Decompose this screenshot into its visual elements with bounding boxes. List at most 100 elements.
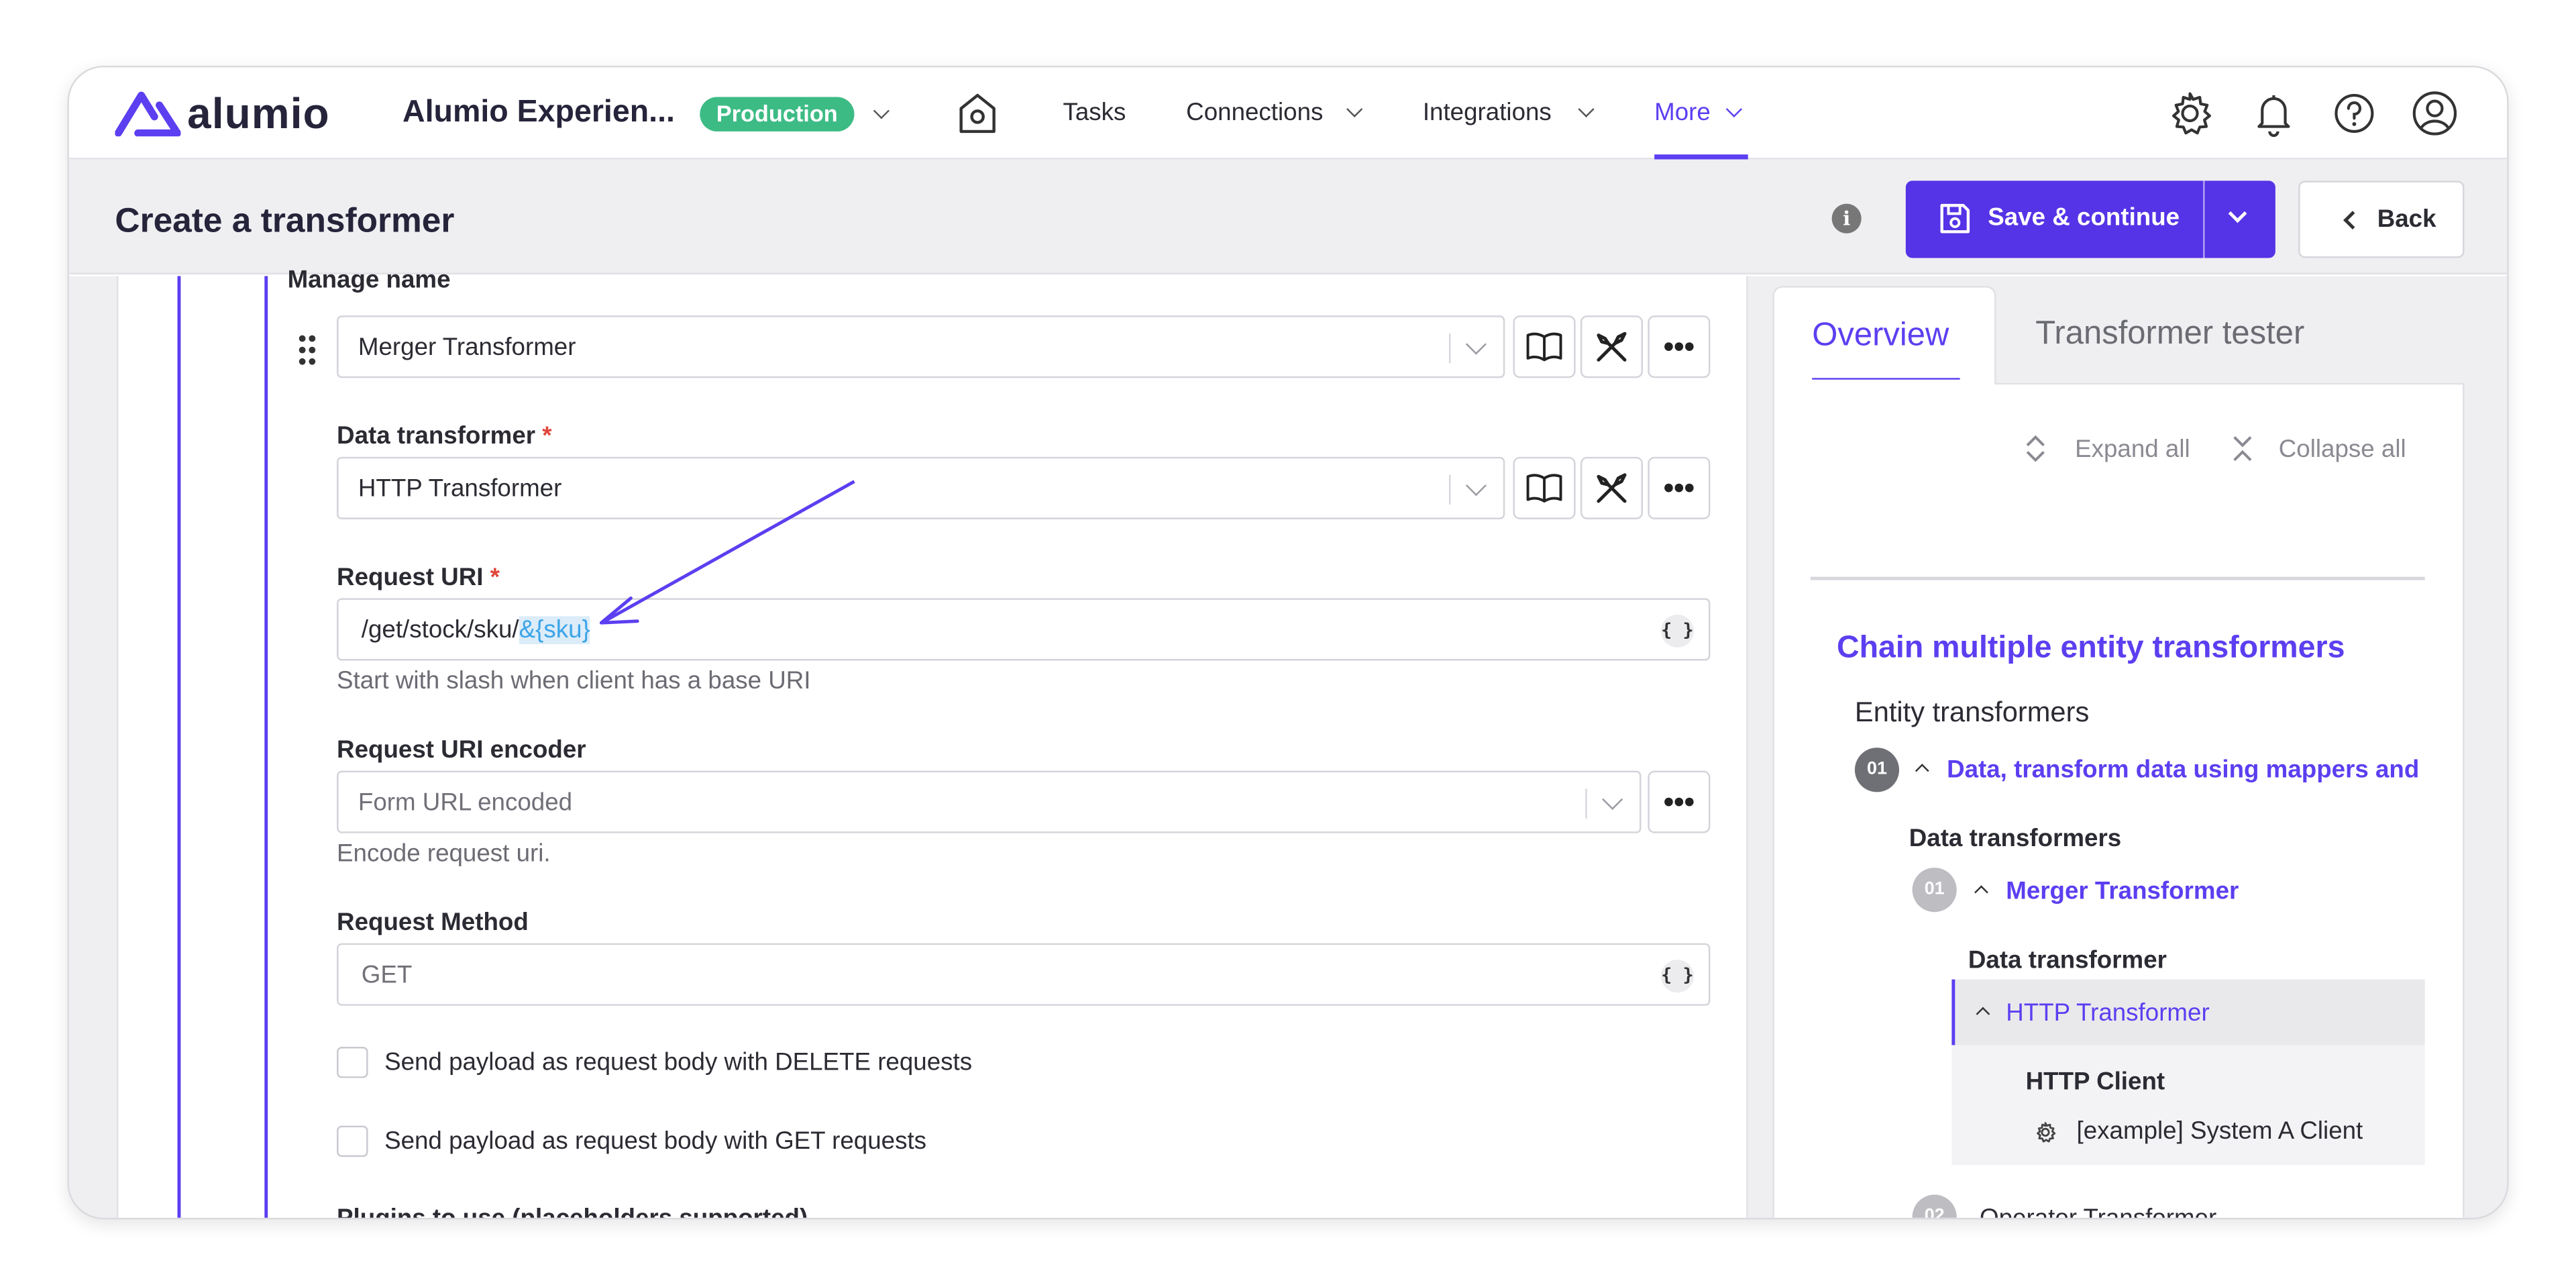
tab-overview-label: Overview xyxy=(1812,317,1949,354)
annotation-arrow-icon xyxy=(599,480,855,625)
step-number: 01 xyxy=(1912,868,1957,913)
gear-icon[interactable] xyxy=(2165,89,2214,138)
alumio-logo[interactable]: alumio xyxy=(115,87,329,140)
request-uri-encoder-help: Encode request uri. xyxy=(337,839,551,868)
tools-icon xyxy=(1597,473,1627,503)
delete-payload-checkbox[interactable] xyxy=(337,1047,368,1078)
home-icon[interactable] xyxy=(956,91,999,137)
tools-button[interactable] xyxy=(1580,315,1643,378)
http-client-label: HTTP Client xyxy=(2025,1068,2165,1096)
request-method-label: Request Method xyxy=(337,909,529,937)
nesting-line xyxy=(177,276,180,1218)
request-uri-label: Request URI * xyxy=(337,564,500,592)
chevron-down-icon[interactable] xyxy=(1465,333,1487,355)
manage-name-select[interactable]: Merger Transformer xyxy=(337,315,1505,378)
data-transformers-label: Data transformers xyxy=(1909,825,2122,854)
request-uri-encoder-select[interactable]: Form URL encoded xyxy=(337,770,1642,833)
data-transformer-label: Data transformer xyxy=(1968,946,2167,975)
tree-item-http-transformer[interactable]: HTTP Transformer xyxy=(2006,999,2209,1027)
logo-mark-icon xyxy=(115,91,181,137)
data-transformer-label: Data transformer * xyxy=(337,422,552,450)
collapse-icon[interactable] xyxy=(2231,434,2254,464)
tools-button[interactable] xyxy=(1580,456,1643,519)
chevron-up-icon[interactable] xyxy=(1976,1007,1990,1021)
page-header: Create a transformer i Save & continue B… xyxy=(68,159,2508,274)
tree-item-operator-transformer[interactable]: Operator Transformer xyxy=(1980,1204,2216,1218)
request-uri-help: Start with slash when client has a base … xyxy=(337,667,811,695)
expand-icon[interactable] xyxy=(2024,434,2047,464)
entity-transformers-label: Entity transformers xyxy=(1854,697,2090,728)
request-uri-value: /get/stock/sku/&{sku} xyxy=(361,616,590,645)
get-payload-checkbox[interactable] xyxy=(337,1125,368,1157)
app-window: alumio Alumio Experien... Production Tas… xyxy=(67,65,2509,1220)
tools-icon xyxy=(1597,331,1627,362)
documentation-button[interactable] xyxy=(1513,456,1576,519)
environment-badge: Production xyxy=(700,97,855,132)
content-area: Manage name Merger Transformer ••• Data … xyxy=(68,266,2508,1220)
bell-icon[interactable] xyxy=(2249,89,2298,138)
info-icon[interactable]: i xyxy=(1831,203,1862,234)
request-uri-prefix: /get/stock/sku/ xyxy=(361,616,519,645)
manage-name-label: Manage name xyxy=(287,266,451,295)
more-options-button[interactable]: ••• xyxy=(1648,456,1711,519)
step-number: 01 xyxy=(1854,748,1900,792)
help-icon[interactable] xyxy=(2330,89,2379,138)
environment-name[interactable]: Alumio Experien... xyxy=(402,95,675,132)
user-avatar-icon[interactable] xyxy=(2410,89,2459,138)
select-divider xyxy=(1449,474,1451,505)
http-client-value[interactable]: [example] System A Client xyxy=(2077,1117,2363,1145)
data-transformer-value: HTTP Transformer xyxy=(358,474,562,503)
request-method-input[interactable]: GET { } xyxy=(337,943,1711,1006)
environment-chevron-down-icon[interactable] xyxy=(873,103,890,119)
tree-item-data[interactable]: Data, transform data using mappers and xyxy=(1947,756,2425,784)
select-divider xyxy=(1585,788,1587,819)
chevron-down-icon[interactable] xyxy=(2228,204,2247,223)
chevron-down-icon[interactable] xyxy=(1465,475,1487,497)
book-icon xyxy=(1526,474,1562,503)
more-icon: ••• xyxy=(1663,785,1695,819)
back-button-label: Back xyxy=(2377,205,2436,234)
tree-item-merger-transformer[interactable]: Merger Transformer xyxy=(2006,878,2239,906)
chevron-down-icon[interactable] xyxy=(1602,788,1623,811)
drag-handle-icon[interactable] xyxy=(296,332,319,368)
more-options-button[interactable]: ••• xyxy=(1648,315,1711,378)
http-client-box: HTTP Client [example] System A Client xyxy=(1951,1045,2425,1166)
save-and-continue-button[interactable]: Save & continue xyxy=(1905,181,2275,258)
manage-name-value: Merger Transformer xyxy=(358,333,576,362)
transformer-form: Manage name Merger Transformer ••• Data … xyxy=(116,266,1748,1220)
more-options-button[interactable]: ••• xyxy=(1648,770,1711,833)
collapse-all-link[interactable]: Collapse all xyxy=(2279,435,2406,464)
nav-more[interactable]: More xyxy=(1654,99,1711,127)
data-transformer-select[interactable]: HTTP Transformer xyxy=(337,456,1505,519)
chevron-down-icon[interactable] xyxy=(1578,101,1595,117)
chevron-down-icon[interactable] xyxy=(1725,101,1743,117)
logo-text: alumio xyxy=(187,88,330,138)
chain-title: Chain multiple entity transformers xyxy=(1836,631,2345,666)
get-payload-label[interactable]: Send payload as request body with GET re… xyxy=(384,1127,926,1155)
chevron-down-icon[interactable] xyxy=(1346,101,1363,117)
request-uri-input[interactable]: /get/stock/sku/&{sku} { } xyxy=(337,598,1711,661)
book-icon xyxy=(1526,332,1562,362)
more-icon: ••• xyxy=(1663,330,1695,364)
variable-picker-button[interactable]: { } xyxy=(1660,614,1694,648)
nav-integrations[interactable]: Integrations xyxy=(1423,99,1552,127)
delete-payload-label[interactable]: Send payload as request body with DELETE… xyxy=(384,1048,972,1076)
request-method-value: GET xyxy=(361,961,413,990)
documentation-button[interactable] xyxy=(1513,315,1576,378)
back-button[interactable]: Back xyxy=(2298,181,2465,258)
nav-tasks[interactable]: Tasks xyxy=(1063,99,1126,127)
request-uri-label-text: Request URI xyxy=(337,564,484,592)
tab-transformer-tester[interactable]: Transformer tester xyxy=(2035,315,2304,353)
more-icon: ••• xyxy=(1663,471,1695,505)
tab-overview[interactable]: Overview xyxy=(1772,286,1996,385)
expand-all-link[interactable]: Expand all xyxy=(2075,435,2190,464)
variable-picker-button[interactable]: { } xyxy=(1660,960,1694,993)
plugins-label: Plugins to use (placeholders supported) xyxy=(337,1204,808,1220)
save-icon xyxy=(1940,203,1970,234)
page-title: Create a transformer xyxy=(115,202,455,240)
nav-connections[interactable]: Connections xyxy=(1186,99,1323,127)
required-marker: * xyxy=(490,564,500,592)
request-uri-encoder-value: Form URL encoded xyxy=(358,788,573,817)
top-navigation: alumio Alumio Experien... Production Tas… xyxy=(68,67,2508,160)
tree-item-http-transformer-row[interactable]: HTTP Transformer xyxy=(1951,979,2425,1045)
